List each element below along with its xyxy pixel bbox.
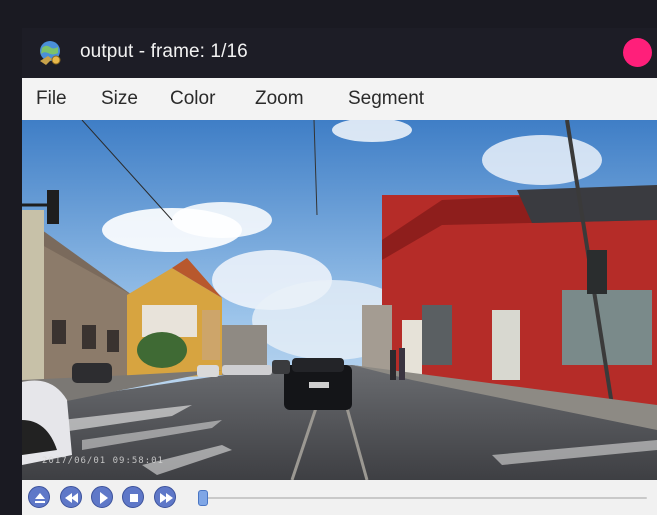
video-frame[interactable]: 2017/06/01 09:58:01 (22, 120, 657, 480)
player-window: output - frame: 1/16 File Size Color Zoo… (0, 0, 657, 515)
rewind-button[interactable] (60, 486, 82, 508)
fast-forward-icon (160, 493, 173, 503)
menu-zoom[interactable]: Zoom (255, 88, 304, 110)
menu-segment[interactable]: Segment (348, 88, 424, 110)
seek-handle[interactable] (198, 490, 208, 506)
osd-timestamp: 2017/06/01 09:58:01 (42, 456, 164, 466)
fast-forward-button[interactable] (154, 486, 176, 508)
window-title: output - frame: 1/16 (80, 41, 248, 62)
menu-color[interactable]: Color (170, 88, 215, 110)
stop-button[interactable] (122, 486, 144, 508)
eject-button[interactable] (28, 486, 50, 508)
rewind-icon (65, 493, 78, 503)
play-icon (100, 492, 108, 504)
close-button[interactable] (623, 38, 652, 67)
dashcam-street-image (22, 120, 657, 480)
seek-track[interactable] (204, 497, 647, 499)
eject-icon (35, 493, 45, 503)
stop-icon (130, 494, 138, 502)
playback-controls (22, 480, 657, 515)
title-bar[interactable]: output - frame: 1/16 (22, 28, 657, 78)
globe-wrench-icon (40, 41, 61, 65)
menu-bar: File Size Color Zoom Segment (22, 78, 657, 120)
menu-size[interactable]: Size (101, 88, 138, 110)
play-button[interactable] (91, 486, 113, 508)
menu-file[interactable]: File (36, 88, 67, 110)
